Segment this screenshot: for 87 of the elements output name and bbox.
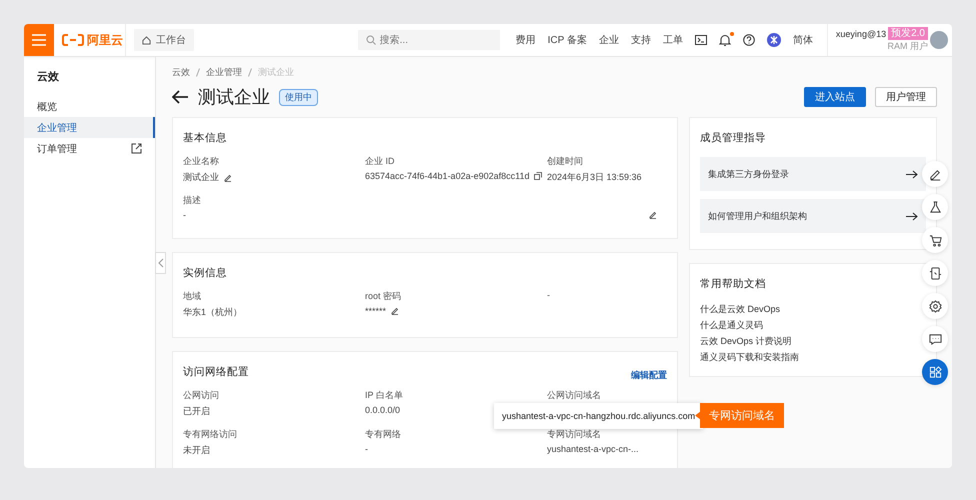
environment-badge: 预发2.0 — [888, 27, 928, 40]
status-tag: 使用中 — [279, 88, 318, 106]
card-title: 成员管理指导 — [700, 131, 767, 145]
sidebar-title: 云效 — [36, 70, 60, 85]
doc-link[interactable]: 云效 DevOps 计费说明 — [700, 335, 926, 348]
arrow-right-icon — [906, 212, 918, 220]
workbench-button[interactable]: 工作台 — [134, 29, 194, 51]
edit-icon[interactable] — [224, 174, 232, 182]
sidebar-item[interactable]: 概览 — [24, 96, 155, 117]
field-label: 企业名称 — [183, 155, 220, 168]
chevron-left-icon — [158, 258, 164, 268]
field-value: 2024年6月3日 13:59:36 — [547, 171, 642, 184]
field-value: 华东1（杭州） — [183, 306, 242, 319]
field-value: 0.0.0.0/0 — [365, 405, 400, 415]
collapse-handle[interactable] — [155, 252, 166, 274]
cart-icon — [928, 234, 942, 246]
edit-icon — [928, 168, 942, 180]
breadcrumb-link[interactable]: 云效 — [172, 66, 190, 78]
edit-icon[interactable] — [649, 211, 657, 219]
nav-link[interactable]: 工单 — [662, 33, 683, 47]
menu-button[interactable] — [24, 24, 54, 56]
help-icon[interactable] — [742, 34, 755, 46]
breadcrumb-link[interactable]: 企业管理 — [206, 66, 242, 78]
guide-text: 如何管理用户和组织架构 — [708, 210, 807, 222]
language-link[interactable]: 简体 — [792, 33, 813, 47]
settings-icon — [928, 300, 942, 312]
field-label: 公网访问 — [183, 389, 220, 402]
field-value: 未开启 — [183, 444, 210, 457]
guide-item[interactable]: 集成第三方身份登录 — [700, 157, 926, 191]
arrow-right-icon — [906, 170, 918, 178]
apps-icon — [928, 366, 942, 378]
sidebar-item[interactable]: 企业管理 — [24, 117, 155, 138]
field-label: 专网访问域名 — [547, 428, 602, 441]
card-title: 访问网络配置 — [183, 365, 249, 379]
doc-link[interactable]: 什么是云效 DevOps — [700, 303, 926, 316]
field-label: - — [547, 290, 551, 300]
sidebar-item[interactable]: 订单管理 — [24, 138, 155, 159]
breadcrumb-separator — [196, 68, 200, 76]
field-label: 地域 — [183, 290, 202, 303]
nav-link[interactable]: 企业 — [598, 33, 619, 47]
card-title: 常用帮助文档 — [700, 277, 767, 291]
field-label: 创建时间 — [547, 155, 584, 168]
field-value: 测试企业 — [183, 171, 219, 184]
guide-text: 集成第三方身份登录 — [708, 168, 789, 180]
search-field[interactable]: 搜索... — [358, 30, 500, 50]
bell-icon[interactable] — [718, 34, 731, 46]
page-title: 测试企业 — [198, 86, 270, 109]
edit-icon[interactable] — [391, 307, 400, 315]
action-button[interactable]: 进入站点 — [804, 87, 866, 107]
nav-link[interactable]: ICP 备案 — [548, 33, 587, 47]
user-role: RAM 用户 — [888, 40, 928, 53]
field-label: root 密码 — [365, 290, 402, 303]
doc-link[interactable]: 通义灵码下载和安装指南 — [700, 351, 926, 364]
field-label: 专有网络访问 — [183, 428, 238, 441]
breadcrumb-separator — [248, 68, 252, 76]
action-button[interactable]: 用户管理 — [875, 87, 937, 107]
home-icon — [142, 36, 151, 44]
back-arrow-icon[interactable] — [172, 90, 189, 104]
app-icon[interactable] — [766, 33, 781, 47]
flask-icon — [928, 200, 942, 214]
field-label: 企业 ID — [365, 155, 396, 168]
nav-link[interactable]: 支持 — [630, 33, 651, 47]
logo-icon — [62, 34, 84, 46]
field-value: ****** — [365, 306, 386, 316]
guide-item[interactable]: 如何管理用户和组织架构 — [700, 199, 926, 233]
chat-icon — [928, 332, 942, 346]
menu-icon — [31, 34, 47, 46]
field-label: 专有网络 — [365, 428, 402, 441]
annotation-callout: 专网访问域名 — [695, 403, 784, 428]
copy-icon[interactable] — [534, 172, 542, 180]
field-label: 描述 — [183, 194, 202, 207]
nav-link[interactable]: 费用 — [516, 33, 536, 47]
doc-link[interactable]: 什么是通义灵码 — [700, 319, 926, 332]
card-title: 基本信息 — [183, 131, 227, 145]
field-value: - — [183, 210, 186, 220]
field-label: IP 白名单 — [365, 389, 404, 402]
field-label: 公网访问域名 — [547, 389, 602, 402]
card-title: 实例信息 — [183, 266, 227, 280]
terminal-icon[interactable] — [694, 35, 707, 45]
user-name[interactable]: xueying@13 — [836, 28, 886, 38]
field-value: - — [365, 444, 368, 454]
field-value: yushantest-a-vpc-cn-... — [547, 444, 639, 454]
field-value: 63574acc-74f6-44b1-a02a-e902af8cc11d — [365, 171, 530, 181]
field-value: 已开启 — [183, 405, 210, 418]
search-icon — [366, 35, 376, 45]
edit-config-link[interactable]: 编辑配置 — [631, 368, 667, 382]
device-icon — [928, 266, 942, 280]
